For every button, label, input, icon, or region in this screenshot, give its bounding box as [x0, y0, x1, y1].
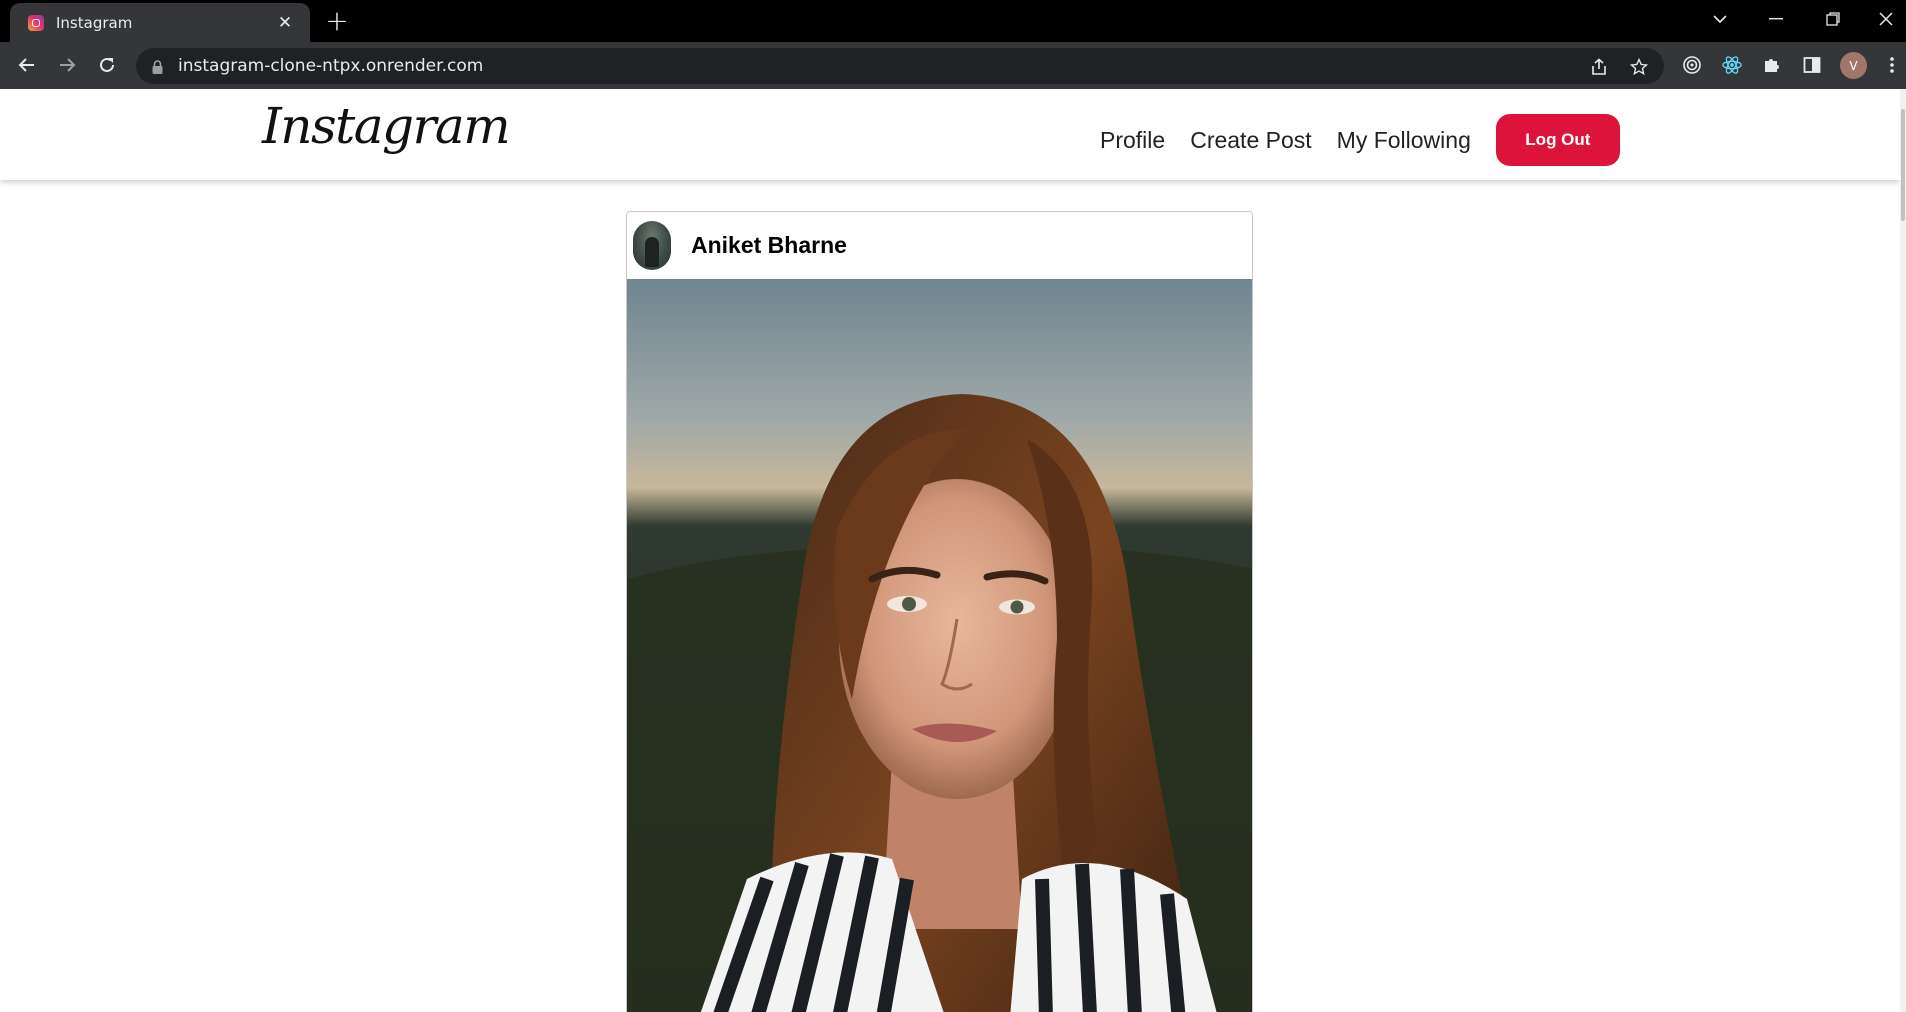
forward-icon[interactable] — [52, 50, 82, 80]
reload-icon[interactable] — [92, 50, 122, 80]
nav-links: Profile Create Post My Following Log Out — [1100, 114, 1620, 166]
url-text[interactable]: instagram-clone-ntpx.onrender.com — [178, 56, 483, 76]
profile-avatar[interactable]: V — [1840, 52, 1867, 79]
back-icon[interactable] — [12, 50, 42, 80]
logout-button[interactable]: Log Out — [1495, 114, 1620, 166]
new-tab-button[interactable]: + — [322, 6, 352, 36]
instagram-logo[interactable]: Instagram — [262, 97, 511, 155]
side-panel-icon[interactable] — [1797, 50, 1827, 80]
menu-kebab-icon[interactable] — [1877, 50, 1906, 80]
nav-link-profile[interactable]: Profile — [1100, 127, 1165, 154]
tab-search-icon[interactable] — [1700, 0, 1740, 38]
restore-icon[interactable] — [1813, 0, 1853, 38]
post-photo[interactable] — [627, 279, 1253, 1012]
site-navbar: Instagram Profile Create Post My Followi… — [0, 89, 1900, 180]
tab-close-icon[interactable]: ✕ — [274, 13, 296, 33]
instagram-favicon-icon — [28, 14, 44, 31]
extension-target-icon[interactable] — [1677, 50, 1707, 80]
address-bar[interactable]: instagram-clone-ntpx.onrender.com — [136, 48, 1664, 84]
page-viewport: Instagram Profile Create Post My Followi… — [0, 89, 1906, 1012]
browser-tabstrip: Instagram ✕ + — [0, 0, 1906, 42]
browser-tab[interactable]: Instagram ✕ — [10, 3, 310, 42]
bookmark-star-icon[interactable] — [1626, 54, 1652, 80]
page-scrollbar[interactable] — [1900, 89, 1906, 1012]
lock-icon[interactable] — [152, 59, 163, 78]
post-card: Aniket Bharne — [626, 211, 1253, 1012]
tab-title: Instagram — [56, 13, 133, 32]
post-header: Aniket Bharne — [627, 212, 1252, 279]
react-devtools-icon[interactable] — [1717, 50, 1747, 80]
post-author-name[interactable]: Aniket Bharne — [691, 232, 847, 259]
post-author-avatar[interactable] — [633, 221, 671, 270]
scrollbar-thumb[interactable] — [1901, 109, 1905, 221]
browser-toolbar: instagram-clone-ntpx.onrender.com V — [0, 42, 1906, 89]
share-icon[interactable] — [1586, 54, 1612, 80]
minimize-icon[interactable] — [1756, 0, 1796, 38]
nav-link-my-following[interactable]: My Following — [1337, 127, 1471, 154]
extensions-puzzle-icon[interactable] — [1757, 50, 1787, 80]
nav-link-create-post[interactable]: Create Post — [1190, 127, 1311, 154]
close-window-icon[interactable] — [1866, 0, 1906, 38]
